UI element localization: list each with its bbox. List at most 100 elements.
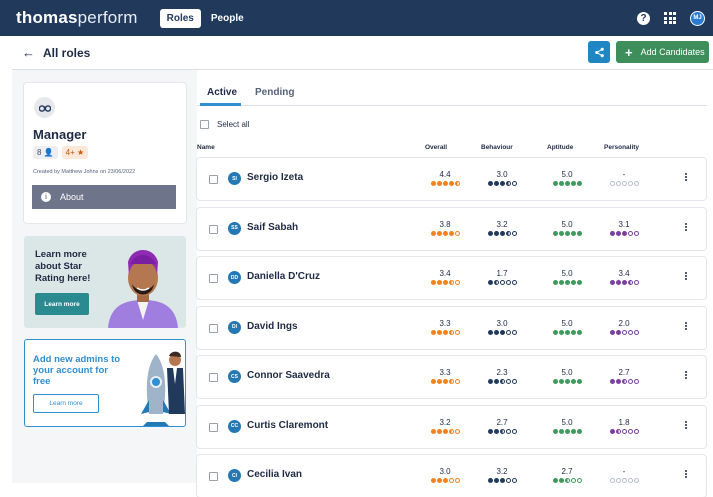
rating-dot bbox=[558, 428, 564, 434]
star-rating-promo: Learn more about Star Rating here! Learn… bbox=[24, 236, 186, 328]
person-illustration bbox=[108, 250, 178, 328]
back-arrow-icon[interactable]: ← bbox=[22, 45, 35, 60]
row-checkbox[interactable] bbox=[209, 224, 218, 234]
rating-dots bbox=[602, 379, 646, 384]
help-icon[interactable]: ? bbox=[637, 11, 650, 25]
candidate-name[interactable]: Saif Sabah bbox=[247, 222, 298, 233]
column-header-personality[interactable]: Personality bbox=[604, 144, 639, 151]
rating-dots bbox=[480, 329, 524, 335]
rating-dot bbox=[505, 478, 511, 483]
behaviour-value: 1.7 bbox=[496, 269, 508, 278]
admin-learn-more-button[interactable]: Learn more bbox=[33, 394, 99, 413]
candidate-row[interactable]: CI Cecilia Ivan 3.0 3.2 2.7 - bbox=[197, 455, 706, 497]
aptitude-score: 5.0 bbox=[545, 170, 589, 186]
rating-dot bbox=[633, 181, 639, 186]
rating-dot bbox=[430, 478, 436, 483]
plus-icon: + bbox=[625, 44, 633, 60]
candidate-name[interactable]: Daniella D'Cruz bbox=[247, 271, 320, 282]
column-header-aptitude[interactable]: Aptitude bbox=[547, 144, 573, 151]
candidate-name[interactable]: David Ings bbox=[247, 321, 298, 332]
rating-dot bbox=[633, 230, 639, 236]
user-avatar[interactable]: MJ bbox=[690, 10, 705, 26]
row-checkbox[interactable] bbox=[209, 323, 218, 333]
more-options-icon[interactable] bbox=[685, 469, 689, 479]
personality-score: - bbox=[602, 170, 646, 186]
rating-dot bbox=[499, 280, 505, 285]
candidate-row[interactable]: DI David Ings 3.3 3.0 5.0 2.0 bbox=[197, 306, 706, 349]
row-checkbox[interactable] bbox=[209, 472, 218, 481]
row-checkbox[interactable] bbox=[209, 274, 218, 283]
rating-dots bbox=[602, 478, 646, 483]
app-grid-icon[interactable] bbox=[664, 12, 676, 24]
rating-dot bbox=[615, 478, 621, 483]
behaviour-value: 3.2 bbox=[496, 219, 508, 229]
more-options-icon[interactable] bbox=[685, 420, 689, 430]
rating-dot bbox=[493, 280, 499, 285]
star-promo-text: Learn more about Star Rating here! bbox=[35, 249, 91, 284]
all-roles-link[interactable]: All roles bbox=[43, 46, 90, 60]
candidate-name[interactable]: Cecilia Ivan bbox=[247, 469, 302, 480]
share-button[interactable] bbox=[588, 41, 610, 63]
select-all-checkbox[interactable] bbox=[200, 120, 209, 129]
candidate-row[interactable]: DD Daniella D'Cruz 3.4 1.7 5.0 3.4 bbox=[197, 257, 706, 299]
personality-value: 3.4 bbox=[618, 269, 630, 278]
column-header-behaviour[interactable]: Behaviour bbox=[481, 144, 513, 151]
candidate-name[interactable]: Sergio Izeta bbox=[247, 172, 303, 183]
select-all[interactable]: Select all bbox=[200, 120, 249, 129]
rating-dot bbox=[430, 428, 436, 434]
candidate-name[interactable]: Curtis Claremont bbox=[247, 420, 328, 431]
column-header-overall[interactable]: Overall bbox=[425, 144, 447, 151]
rating-dot bbox=[576, 379, 582, 384]
rating-dot bbox=[552, 428, 558, 434]
rating-dot bbox=[633, 329, 639, 335]
rating-dot bbox=[493, 478, 499, 483]
rating-dot bbox=[511, 329, 517, 335]
rating-dot bbox=[570, 428, 576, 434]
candidate-row[interactable]: CS Connor Saavedra 3.3 2.3 5.0 2.7 bbox=[197, 356, 706, 398]
rating-dot bbox=[493, 230, 499, 236]
rating-dot bbox=[564, 280, 570, 285]
more-options-icon[interactable] bbox=[685, 370, 689, 380]
rating-dots bbox=[545, 379, 589, 384]
tab-pending[interactable]: Pending bbox=[255, 87, 294, 98]
tab-active[interactable]: Active bbox=[207, 87, 237, 98]
candidate-row[interactable]: SS Saif Sabah 3.8 3.2 5.0 3.1 bbox=[197, 207, 706, 250]
row-checkbox[interactable] bbox=[209, 373, 218, 382]
star-learn-more-button[interactable]: Learn more bbox=[35, 293, 89, 315]
column-header-name[interactable]: Name bbox=[197, 144, 215, 151]
more-options-icon[interactable] bbox=[685, 172, 689, 182]
add-candidates-button[interactable]: + Add Candidates bbox=[616, 41, 709, 63]
personality-score: 3.1 bbox=[602, 220, 646, 236]
rating-dot bbox=[570, 379, 576, 384]
more-options-icon[interactable] bbox=[685, 271, 689, 281]
rating-dots bbox=[423, 329, 467, 335]
rating-dot bbox=[558, 478, 564, 483]
more-options-icon[interactable] bbox=[685, 222, 689, 232]
row-checkbox[interactable] bbox=[209, 422, 218, 432]
personality-score: 3.4 bbox=[602, 269, 646, 285]
behaviour-score: 3.2 bbox=[480, 467, 524, 483]
row-checkbox[interactable] bbox=[209, 175, 218, 184]
rating-dot bbox=[448, 230, 454, 236]
rating-dot bbox=[436, 478, 442, 483]
aptitude-value: 5.0 bbox=[561, 269, 573, 278]
nav-people[interactable]: People bbox=[211, 13, 244, 24]
rating-dot bbox=[627, 478, 633, 483]
rating-dots bbox=[602, 230, 646, 236]
brand-logo[interactable]: thomasperform bbox=[16, 8, 138, 28]
rating-dot bbox=[505, 280, 511, 285]
more-options-icon[interactable] bbox=[685, 321, 689, 331]
behaviour-value: 3.2 bbox=[496, 467, 508, 476]
candidate-row[interactable]: SI Sergio Izeta 4.4 3.0 5.0 - bbox=[197, 158, 706, 200]
candidate-name[interactable]: Connor Saavedra bbox=[247, 370, 330, 381]
candidate-row[interactable]: CC Curtis Claremont 3.2 2.7 5.0 1.8 bbox=[197, 405, 706, 448]
rating-dot bbox=[505, 181, 511, 186]
rating-dot bbox=[454, 478, 460, 483]
rating-dot bbox=[552, 280, 558, 285]
rating-dot bbox=[576, 280, 582, 285]
about-button[interactable]: i About bbox=[32, 185, 176, 209]
candidate-avatar: DI bbox=[228, 320, 241, 334]
nav-roles[interactable]: Roles bbox=[159, 8, 201, 28]
behaviour-value: 2.3 bbox=[496, 368, 508, 377]
rating-dots bbox=[545, 181, 589, 186]
